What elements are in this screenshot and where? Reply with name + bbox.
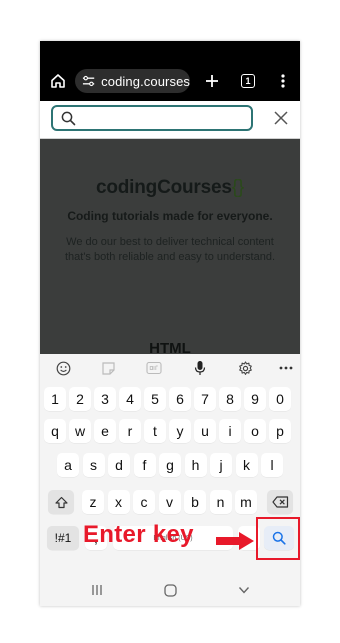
plus-icon — [206, 75, 218, 87]
backspace-icon — [271, 496, 288, 508]
home-button[interactable] — [48, 71, 68, 91]
browser-menu-button[interactable] — [276, 71, 290, 91]
key-2[interactable]: 2 — [69, 387, 91, 411]
key-l[interactable]: l — [261, 453, 283, 477]
middle-letter-row: asdfghjkl — [40, 453, 300, 477]
key-w[interactable]: w — [69, 419, 91, 443]
key-e[interactable]: e — [94, 419, 116, 443]
sticker-icon — [101, 361, 115, 375]
top-letter-row: qwertyuiop — [40, 419, 300, 443]
mic-icon — [194, 361, 206, 375]
key-n[interactable]: n — [209, 490, 232, 514]
browser-toolbar: coding.courses 1 — [40, 41, 300, 101]
virtual-keyboard: 1234567890 qwertyuiop asdfghjkl zxcvbnm … — [40, 354, 300, 606]
tab-switcher-button[interactable]: 1 — [239, 71, 257, 91]
key-b[interactable]: b — [184, 490, 206, 514]
backspace-key[interactable] — [267, 490, 293, 514]
annotation-highlight-box — [256, 517, 300, 560]
key-d[interactable]: d — [108, 453, 130, 477]
close-icon — [274, 111, 288, 125]
gif-button[interactable] — [146, 360, 162, 376]
more-horiz-icon — [279, 366, 293, 370]
annotation-label: Enter key — [83, 521, 194, 548]
key-c[interactable]: c — [133, 490, 155, 514]
key-0[interactable]: 0 — [269, 387, 291, 411]
key-4[interactable]: 4 — [119, 387, 141, 411]
recents-icon — [92, 585, 102, 595]
key-8[interactable]: 8 — [219, 387, 241, 411]
key-a[interactable]: a — [57, 453, 79, 477]
tab-count: 1 — [245, 76, 251, 86]
site-logo-braces: {} — [231, 177, 245, 198]
tabs-icon: 1 — [241, 74, 255, 88]
key-6[interactable]: 6 — [169, 387, 191, 411]
key-1[interactable]: 1 — [44, 387, 66, 411]
bottom-letter-row: zxcvbnm — [40, 490, 300, 514]
annotation-arrow-icon — [216, 532, 254, 550]
key-z[interactable]: z — [82, 490, 104, 514]
key-7[interactable]: 7 — [194, 387, 216, 411]
key-t[interactable]: t — [144, 419, 166, 443]
recents-button[interactable] — [89, 582, 105, 598]
key-3[interactable]: 3 — [94, 387, 116, 411]
home-icon — [163, 583, 177, 597]
more-vert-icon — [281, 74, 285, 88]
gif-icon — [146, 361, 162, 375]
shift-icon — [54, 496, 68, 508]
key-y[interactable]: y — [169, 419, 191, 443]
site-tagline: Coding tutorials made for everyone. — [67, 209, 273, 223]
keyboard-toolbar — [40, 354, 300, 382]
key-k[interactable]: k — [235, 453, 258, 477]
keyboard-settings-button[interactable] — [237, 360, 253, 376]
site-logo[interactable]: codingCourses{} — [40, 177, 300, 199]
new-tab-button[interactable] — [202, 71, 222, 91]
symbols-key[interactable]: !#1 — [47, 526, 79, 550]
key-5[interactable]: 5 — [144, 387, 166, 411]
address-bar[interactable]: coding.courses — [75, 69, 190, 93]
screenshot-canvas: coding.courses 1 codingCourses{} Coding … — [0, 0, 340, 643]
key-h[interactable]: h — [184, 453, 207, 477]
settings-icon — [238, 360, 252, 375]
number-row: 1234567890 — [40, 387, 300, 411]
emoji-button[interactable] — [55, 360, 71, 376]
voice-input-button[interactable] — [192, 360, 208, 376]
key-p[interactable]: p — [269, 419, 291, 443]
nav-home-button[interactable] — [162, 582, 178, 598]
emoji-icon — [56, 361, 70, 375]
key-u[interactable]: u — [194, 419, 216, 443]
tune-icon[interactable] — [82, 75, 95, 87]
url-text: coding.courses — [101, 73, 190, 89]
key-g[interactable]: g — [159, 453, 181, 477]
key-j[interactable]: j — [210, 453, 232, 477]
search-icon — [61, 111, 76, 126]
key-o[interactable]: o — [244, 419, 266, 443]
key-9[interactable]: 9 — [244, 387, 266, 411]
key-v[interactable]: v — [158, 490, 181, 514]
key-s[interactable]: s — [82, 453, 105, 477]
key-i[interactable]: i — [219, 419, 241, 443]
sticker-button[interactable] — [100, 360, 116, 376]
find-in-page-input[interactable] — [51, 105, 253, 131]
key-x[interactable]: x — [107, 490, 130, 514]
key-r[interactable]: r — [119, 419, 141, 443]
close-find-button[interactable] — [272, 109, 290, 127]
shift-key[interactable] — [48, 490, 74, 514]
key-f[interactable]: f — [133, 453, 156, 477]
key-q[interactable]: q — [44, 419, 66, 443]
system-navigation-bar — [40, 574, 300, 606]
keyboard-more-button[interactable] — [278, 360, 294, 376]
page-content: codingCourses{} Coding tutorials made fo… — [40, 139, 300, 357]
back-button[interactable] — [236, 582, 252, 598]
key-m[interactable]: m — [235, 490, 257, 514]
find-in-page-bar — [40, 101, 300, 139]
site-description: We do our best to deliver technical cont… — [64, 236, 276, 263]
site-logo-text: codingCourses — [96, 177, 232, 198]
home-icon — [51, 74, 65, 88]
back-icon — [238, 587, 250, 594]
